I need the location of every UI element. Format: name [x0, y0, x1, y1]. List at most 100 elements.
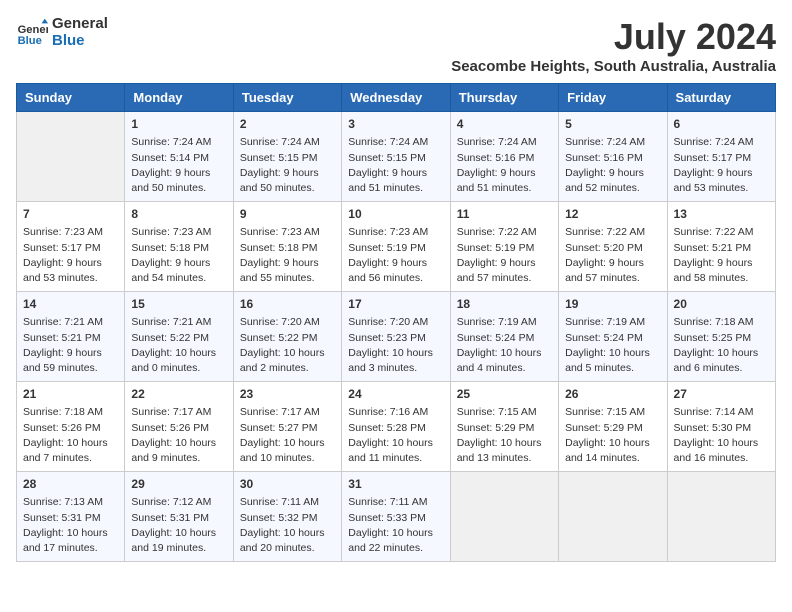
calendar-cell: 15Sunrise: 7:21 AMSunset: 5:22 PMDayligh… — [125, 292, 233, 382]
sunset-text: Sunset: 5:25 PM — [674, 331, 769, 346]
calendar-cell: 21Sunrise: 7:18 AMSunset: 5:26 PMDayligh… — [17, 382, 125, 472]
daylight-text: Daylight: 10 hours and 16 minutes. — [674, 436, 769, 466]
logo-icon: General Blue — [16, 17, 48, 49]
day-number: 14 — [23, 296, 118, 313]
daylight-text: Daylight: 9 hours and 56 minutes. — [348, 256, 443, 286]
day-number: 23 — [240, 386, 335, 403]
sunset-text: Sunset: 5:23 PM — [348, 331, 443, 346]
calendar-cell: 22Sunrise: 7:17 AMSunset: 5:26 PMDayligh… — [125, 382, 233, 472]
daylight-text: Daylight: 10 hours and 2 minutes. — [240, 346, 335, 376]
day-number: 6 — [674, 116, 769, 133]
daylight-text: Daylight: 10 hours and 0 minutes. — [131, 346, 226, 376]
calendar-cell: 5Sunrise: 7:24 AMSunset: 5:16 PMDaylight… — [559, 112, 667, 202]
calendar-cell: 2Sunrise: 7:24 AMSunset: 5:15 PMDaylight… — [233, 112, 341, 202]
calendar-cell: 6Sunrise: 7:24 AMSunset: 5:17 PMDaylight… — [667, 112, 775, 202]
sunrise-text: Sunrise: 7:24 AM — [674, 135, 769, 150]
sunset-text: Sunset: 5:31 PM — [23, 511, 118, 526]
calendar-cell: 20Sunrise: 7:18 AMSunset: 5:25 PMDayligh… — [667, 292, 775, 382]
sunrise-text: Sunrise: 7:24 AM — [348, 135, 443, 150]
weekday-header-thursday: Thursday — [450, 84, 558, 112]
calendar-cell: 16Sunrise: 7:20 AMSunset: 5:22 PMDayligh… — [233, 292, 341, 382]
daylight-text: Daylight: 9 hours and 58 minutes. — [674, 256, 769, 286]
svg-text:General: General — [18, 24, 48, 36]
calendar-cell: 31Sunrise: 7:11 AMSunset: 5:33 PMDayligh… — [342, 472, 450, 562]
sunrise-text: Sunrise: 7:18 AM — [674, 315, 769, 330]
calendar-cell: 27Sunrise: 7:14 AMSunset: 5:30 PMDayligh… — [667, 382, 775, 472]
daylight-text: Daylight: 10 hours and 4 minutes. — [457, 346, 552, 376]
month-year-title: July 2024 — [451, 16, 776, 58]
sunrise-text: Sunrise: 7:16 AM — [348, 405, 443, 420]
calendar-table: SundayMondayTuesdayWednesdayThursdayFrid… — [16, 83, 776, 562]
sunset-text: Sunset: 5:20 PM — [565, 241, 660, 256]
sunset-text: Sunset: 5:16 PM — [457, 151, 552, 166]
sunset-text: Sunset: 5:24 PM — [565, 331, 660, 346]
logo: General Blue General Blue — [16, 16, 108, 49]
sunset-text: Sunset: 5:30 PM — [674, 421, 769, 436]
sunrise-text: Sunrise: 7:22 AM — [457, 225, 552, 240]
sunset-text: Sunset: 5:19 PM — [348, 241, 443, 256]
daylight-text: Daylight: 10 hours and 10 minutes. — [240, 436, 335, 466]
weekday-header-friday: Friday — [559, 84, 667, 112]
day-number: 31 — [348, 476, 443, 493]
daylight-text: Daylight: 10 hours and 11 minutes. — [348, 436, 443, 466]
sunset-text: Sunset: 5:19 PM — [457, 241, 552, 256]
sunset-text: Sunset: 5:18 PM — [240, 241, 335, 256]
day-number: 16 — [240, 296, 335, 313]
title-block: July 2024 Seacombe Heights, South Austra… — [451, 16, 776, 75]
daylight-text: Daylight: 9 hours and 57 minutes. — [457, 256, 552, 286]
sunrise-text: Sunrise: 7:22 AM — [674, 225, 769, 240]
sunset-text: Sunset: 5:15 PM — [240, 151, 335, 166]
page-header: General Blue General Blue July 2024 Seac… — [16, 16, 776, 75]
daylight-text: Daylight: 9 hours and 50 minutes. — [240, 166, 335, 196]
sunrise-text: Sunrise: 7:20 AM — [348, 315, 443, 330]
daylight-text: Daylight: 10 hours and 3 minutes. — [348, 346, 443, 376]
sunrise-text: Sunrise: 7:17 AM — [131, 405, 226, 420]
sunrise-text: Sunrise: 7:24 AM — [457, 135, 552, 150]
day-number: 19 — [565, 296, 660, 313]
sunrise-text: Sunrise: 7:24 AM — [240, 135, 335, 150]
sunrise-text: Sunrise: 7:22 AM — [565, 225, 660, 240]
sunrise-text: Sunrise: 7:23 AM — [348, 225, 443, 240]
sunset-text: Sunset: 5:32 PM — [240, 511, 335, 526]
calendar-cell: 28Sunrise: 7:13 AMSunset: 5:31 PMDayligh… — [17, 472, 125, 562]
calendar-cell: 11Sunrise: 7:22 AMSunset: 5:19 PMDayligh… — [450, 202, 558, 292]
calendar-cell: 7Sunrise: 7:23 AMSunset: 5:17 PMDaylight… — [17, 202, 125, 292]
calendar-cell — [667, 472, 775, 562]
sunset-text: Sunset: 5:16 PM — [565, 151, 660, 166]
daylight-text: Daylight: 9 hours and 53 minutes. — [23, 256, 118, 286]
calendar-cell: 24Sunrise: 7:16 AMSunset: 5:28 PMDayligh… — [342, 382, 450, 472]
day-number: 26 — [565, 386, 660, 403]
sunrise-text: Sunrise: 7:15 AM — [457, 405, 552, 420]
weekday-header-monday: Monday — [125, 84, 233, 112]
daylight-text: Daylight: 9 hours and 53 minutes. — [674, 166, 769, 196]
sunset-text: Sunset: 5:15 PM — [348, 151, 443, 166]
calendar-cell: 9Sunrise: 7:23 AMSunset: 5:18 PMDaylight… — [233, 202, 341, 292]
weekday-header-sunday: Sunday — [17, 84, 125, 112]
sunset-text: Sunset: 5:29 PM — [457, 421, 552, 436]
weekday-header-saturday: Saturday — [667, 84, 775, 112]
daylight-text: Daylight: 9 hours and 59 minutes. — [23, 346, 118, 376]
day-number: 12 — [565, 206, 660, 223]
calendar-cell: 14Sunrise: 7:21 AMSunset: 5:21 PMDayligh… — [17, 292, 125, 382]
sunrise-text: Sunrise: 7:23 AM — [240, 225, 335, 240]
calendar-cell: 3Sunrise: 7:24 AMSunset: 5:15 PMDaylight… — [342, 112, 450, 202]
calendar-cell: 4Sunrise: 7:24 AMSunset: 5:16 PMDaylight… — [450, 112, 558, 202]
sunrise-text: Sunrise: 7:17 AM — [240, 405, 335, 420]
calendar-cell: 12Sunrise: 7:22 AMSunset: 5:20 PMDayligh… — [559, 202, 667, 292]
daylight-text: Daylight: 10 hours and 13 minutes. — [457, 436, 552, 466]
sunrise-text: Sunrise: 7:14 AM — [674, 405, 769, 420]
sunset-text: Sunset: 5:26 PM — [131, 421, 226, 436]
weekday-header-wednesday: Wednesday — [342, 84, 450, 112]
sunrise-text: Sunrise: 7:21 AM — [131, 315, 226, 330]
day-number: 18 — [457, 296, 552, 313]
daylight-text: Daylight: 9 hours and 55 minutes. — [240, 256, 335, 286]
day-number: 7 — [23, 206, 118, 223]
calendar-cell — [450, 472, 558, 562]
sunset-text: Sunset: 5:21 PM — [23, 331, 118, 346]
day-number: 15 — [131, 296, 226, 313]
day-number: 24 — [348, 386, 443, 403]
day-number: 8 — [131, 206, 226, 223]
calendar-cell: 13Sunrise: 7:22 AMSunset: 5:21 PMDayligh… — [667, 202, 775, 292]
sunrise-text: Sunrise: 7:24 AM — [565, 135, 660, 150]
calendar-cell: 23Sunrise: 7:17 AMSunset: 5:27 PMDayligh… — [233, 382, 341, 472]
